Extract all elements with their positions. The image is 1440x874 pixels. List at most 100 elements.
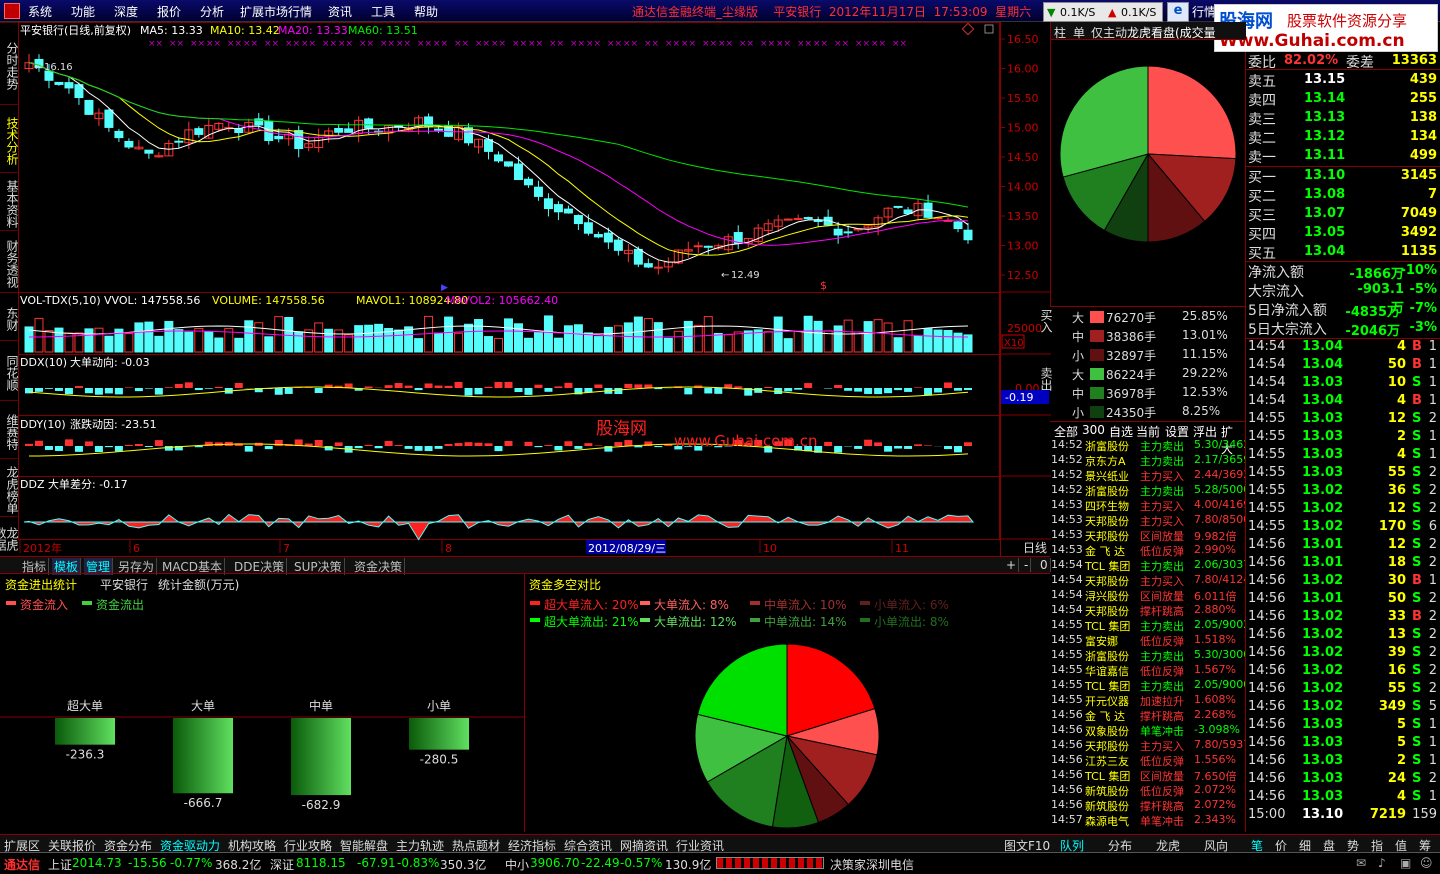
left-tab-7[interactable]: 龙虎榜单 xyxy=(0,458,19,516)
left-tab-1[interactable]: 技术分析 xyxy=(0,104,19,172)
radar-row[interactable]: 14:55 开元仪器 加速拉升 1.608% xyxy=(1051,693,1245,708)
ddy-bar xyxy=(334,442,343,446)
radar-row[interactable]: 14:53 四环生物 主力买入 4.00/4169 xyxy=(1051,498,1245,513)
radar-type: 撑杆跳高 xyxy=(1140,710,1184,723)
ddy-label: 涨跌动因: -23.51 xyxy=(70,417,157,431)
left-tab-5[interactable]: 同花顺 xyxy=(0,340,19,400)
tab-dragon-tiger[interactable]: 龙虎看盘(成交量 xyxy=(1127,24,1216,41)
ddy-bar xyxy=(524,441,533,446)
zoom-control-0[interactable]: + xyxy=(1004,558,1020,572)
radar-type: 主力卖出 xyxy=(1140,680,1184,693)
tab-single[interactable]: 单 xyxy=(1073,24,1085,41)
radar-row[interactable]: 14:56 天邦股份 主力买入 7.80/5937 xyxy=(1051,738,1245,753)
tick-row: 14:56 13.02 13 S 2 xyxy=(1246,627,1440,645)
menu-quote[interactable]: 报价 xyxy=(157,3,181,20)
radar-row[interactable]: 14:54 天邦股份 撑杆跳高 2.880% xyxy=(1051,603,1245,618)
ma60-label: MA60: 13.51 xyxy=(348,24,418,37)
radar-row[interactable]: 14:56 江苏三友 低位反弹 1.556% xyxy=(1051,753,1245,768)
sound-icon[interactable]: ♪ xyxy=(1378,856,1386,870)
volume-bar xyxy=(174,329,184,353)
zx-pct: -0.57% xyxy=(620,856,663,870)
ddx-bar xyxy=(724,384,733,388)
radar-row[interactable]: 14:56 金 飞 达 撑杆跳高 2.268% xyxy=(1051,708,1245,723)
tab-bar[interactable]: 柱 xyxy=(1054,24,1066,41)
radar-row[interactable]: 14:54 天邦股份 主力买入 7.80/4124 xyxy=(1051,573,1245,588)
volume-bar xyxy=(813,320,823,353)
left-tab-0[interactable]: 分时走势 xyxy=(0,22,19,104)
ddy-bar xyxy=(384,440,393,446)
radar-row[interactable]: 14:55 浙富股份 主力卖出 5.30/3000 xyxy=(1051,648,1245,663)
ddy-bar xyxy=(654,446,663,448)
ddy-bar xyxy=(894,446,903,449)
swatch-buy-0 xyxy=(1090,311,1104,323)
menu-function[interactable]: 功能 xyxy=(71,3,95,20)
candle-body xyxy=(523,178,533,186)
mail-icon[interactable]: ✉ xyxy=(1356,856,1366,870)
menu-system[interactable]: 系统 xyxy=(28,3,52,20)
sh-change: -15.56 xyxy=(128,856,167,870)
radar-row[interactable]: 14:56 新筑股份 低位反弹 2.072% xyxy=(1051,783,1245,798)
radar-row[interactable]: 14:55 TCL 集团 主力卖出 2.05/9002 xyxy=(1051,618,1245,633)
left-tab-6[interactable]: 维赛特 xyxy=(0,400,19,458)
quote-tab[interactable]: 行情 xyxy=(1192,3,1216,20)
signal-marker: ×× xyxy=(264,39,279,49)
radar-row[interactable]: 14:55 TCL 集团 主力卖出 2.05/9000 xyxy=(1051,678,1245,693)
radar-row[interactable]: 14:55 华谊嘉信 低位反弹 1.567% xyxy=(1051,663,1245,678)
tick-time: 14:55 xyxy=(1248,501,1286,516)
radar-row[interactable]: 14:57 森源电气 单笔冲击 2.343% xyxy=(1051,813,1245,828)
zoom-control-2[interactable]: 0 xyxy=(1038,558,1051,572)
zoom-control-1[interactable]: - xyxy=(1022,558,1032,572)
menu-ext-market[interactable]: 扩展市场行情 xyxy=(240,3,312,20)
radar-tab-1[interactable]: 300 xyxy=(1080,423,1107,437)
user-icon[interactable]: ☺ xyxy=(1420,856,1433,870)
ddy-bar xyxy=(104,446,113,448)
menu-tools[interactable]: 工具 xyxy=(371,3,395,20)
short-term-radar-list[interactable]: 14:52 浙富股份 主力卖出 5.30/3462 14:52 京东方A 主力卖出 2.17/… xyxy=(1050,438,1245,832)
radar-row[interactable]: 14:56 新筑股份 撑杆跳高 2.072% xyxy=(1051,798,1245,813)
radar-row[interactable]: 14:53 金 飞 达 低位反弹 2.990% xyxy=(1051,543,1245,558)
tick-row: 14:56 13.02 55 S 2 xyxy=(1246,681,1440,699)
tick-time: 14:54 xyxy=(1248,339,1286,354)
menu-news[interactable]: 资讯 xyxy=(328,3,352,20)
radar-row[interactable]: 14:52 浙富股份 主力卖出 5.30/3462 xyxy=(1051,438,1245,453)
menu-depth[interactable]: 深度 xyxy=(114,3,138,20)
kline-chart-area[interactable]: 平安银行(日线,前复权) MA5: 13.33 MA10: 13.42 MA20: 1… xyxy=(18,22,1000,556)
kline-chart[interactable]: 平安银行(日线,前复权) MA5: 13.33 MA10: 13.42MA20: 1… xyxy=(18,22,1000,556)
radar-row[interactable]: 14:53 天邦股份 区间放量 9.982倍 xyxy=(1051,528,1245,543)
buy-price-2: 13.07 xyxy=(1304,206,1346,221)
radar-row[interactable]: 14:52 浙富股份 主力卖出 5.28/5000 xyxy=(1051,483,1245,498)
volume-bar xyxy=(464,323,474,353)
radar-row[interactable]: 14:52 景兴纸业 主力买入 2.44/3692 xyxy=(1051,468,1245,483)
signal-marker: ×× xyxy=(760,39,775,49)
left-tab-2[interactable]: 基本资料 xyxy=(0,172,19,230)
ddx-bar xyxy=(934,388,943,393)
radar-row[interactable]: 14:54 TCL 集团 主力卖出 2.06/3037 xyxy=(1051,558,1245,573)
radar-row[interactable]: 14:52 京东方A 主力卖出 2.17/3659 xyxy=(1051,453,1245,468)
radar-row[interactable]: 14:56 双象股份 单笔冲击 -3.098% xyxy=(1051,723,1245,738)
left-tab-4[interactable]: 东财 xyxy=(0,292,19,340)
tick-vol: 4 xyxy=(1396,339,1406,354)
tick-bs: B xyxy=(1412,339,1422,354)
left-tab-8[interactable]: 龙虎数据 xyxy=(0,516,19,556)
candle-body xyxy=(893,205,903,208)
radar-time: 14:54 xyxy=(1051,573,1083,586)
left-tab-3[interactable]: 财务透视 xyxy=(0,230,19,292)
candle-body xyxy=(693,245,703,248)
window-icon[interactable]: ▣ xyxy=(1400,856,1411,870)
menu-help[interactable]: 帮助 xyxy=(414,3,438,20)
ddx-bar xyxy=(794,388,803,390)
tab-active-only[interactable]: 仅主动 xyxy=(1091,24,1127,41)
ddy-bar xyxy=(824,441,833,446)
browser-icon[interactable]: e xyxy=(1167,2,1189,22)
radar-value: 7.80/5937 xyxy=(1194,738,1245,751)
radar-row[interactable]: 14:54 浔兴股份 区间放量 6.011倍 xyxy=(1051,588,1245,603)
radar-row[interactable]: 14:55 富安娜 低位反弹 1.518% xyxy=(1051,633,1245,648)
buy-sell-volume-table: 买入 卖出 大 76270手 25.85% 中 38386手 13.01% 小 32897手 11.… xyxy=(1039,306,1245,421)
radar-row[interactable]: 14:56 TCL 集团 区间放量 7.650倍 xyxy=(1051,768,1245,783)
price-tick-7: 13.00 xyxy=(1007,240,1039,253)
radar-row[interactable]: 14:53 天邦股份 主力买入 7.80/8500 xyxy=(1051,513,1245,528)
candle-body xyxy=(174,140,184,143)
volume-bar xyxy=(593,336,603,353)
menu-analysis[interactable]: 分析 xyxy=(200,3,224,20)
buy-label-4: 买五 xyxy=(1248,246,1276,262)
